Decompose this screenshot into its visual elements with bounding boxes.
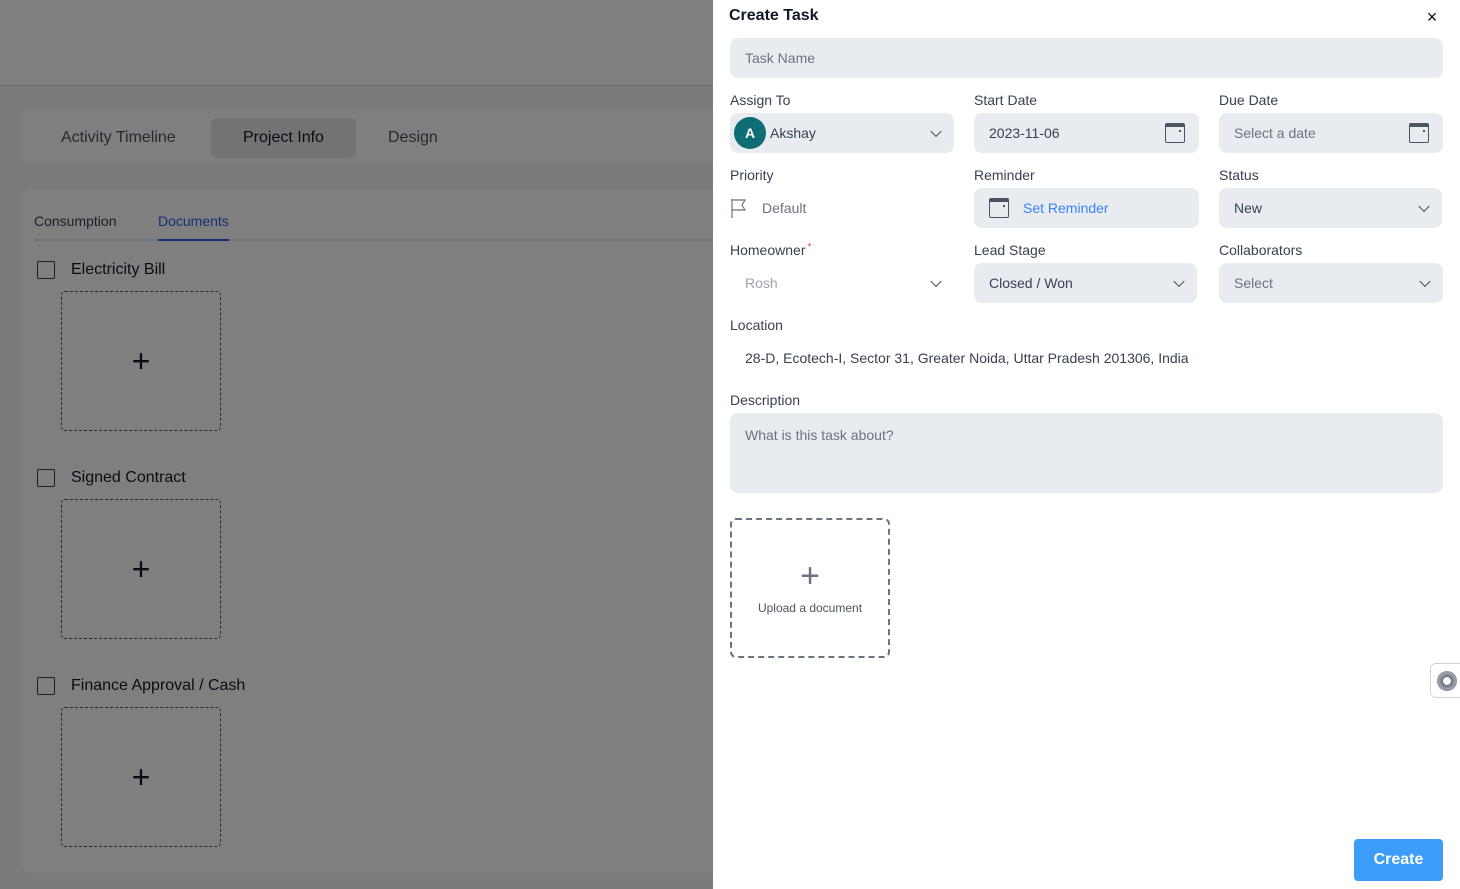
plus-icon: + (800, 557, 820, 595)
homeowner-select[interactable]: Rosh (730, 263, 954, 303)
due-date-input[interactable]: Select a date (1219, 113, 1443, 153)
description-label: Description (730, 392, 801, 408)
chevron-down-icon (1418, 200, 1430, 213)
create-button[interactable]: Create (1354, 839, 1443, 881)
homeowner-label: Homeowner * (730, 242, 811, 258)
calendar-icon (989, 198, 1009, 218)
calendar-icon[interactable] (1409, 123, 1429, 143)
help-widget-button[interactable] (1430, 663, 1460, 698)
chevron-down-icon (930, 275, 942, 288)
due-date-label: Due Date (1219, 92, 1279, 108)
reminder-label: Reminder (974, 167, 1035, 183)
close-icon[interactable]: × (1424, 8, 1440, 26)
task-name-placeholder: Task Name (745, 50, 816, 66)
priority-value: Default (762, 200, 807, 216)
status-label: Status (1219, 167, 1259, 183)
start-date-value: 2023-11-06 (989, 125, 1060, 141)
flag-icon (731, 199, 747, 218)
status-select[interactable]: New (1219, 188, 1442, 228)
reminder-value: Set Reminder (1023, 200, 1109, 216)
priority-select[interactable]: Default (730, 188, 954, 228)
status-value: New (1234, 200, 1263, 216)
collaborators-label: Collaborators (1219, 242, 1303, 258)
homeowner-value: Rosh (745, 275, 778, 291)
create-task-drawer: Create Task × Task Name Assign To A Aksh… (713, 0, 1460, 889)
upload-document-button[interactable]: + Upload a document (730, 518, 890, 658)
chevron-down-icon (1419, 275, 1431, 288)
upload-label: Upload a document (757, 601, 863, 615)
start-date-input[interactable]: 2023-11-06 (974, 113, 1199, 153)
assign-to-select[interactable]: A Akshay (730, 113, 954, 153)
drawer-title: Create Task (729, 7, 819, 24)
avatar: A (734, 117, 766, 149)
assign-to-label: Assign To (730, 92, 791, 108)
collaborators-select[interactable]: Select (1219, 263, 1443, 303)
location-value[interactable]: 28-D, Ecotech-I, Sector 31, Greater Noid… (745, 350, 1189, 366)
assignee-name: Akshay (770, 125, 816, 141)
required-mark: * (807, 242, 812, 253)
chevron-down-icon (930, 125, 942, 138)
chevron-down-icon (1173, 275, 1185, 288)
homeowner-label-text: Homeowner (730, 242, 806, 258)
set-reminder-button[interactable]: Set Reminder (974, 188, 1199, 228)
lead-stage-label: Lead Stage (974, 242, 1046, 258)
widget-logo-icon (1436, 670, 1457, 691)
calendar-icon[interactable] (1165, 123, 1185, 143)
due-date-placeholder: Select a date (1234, 125, 1316, 141)
lead-stage-select[interactable]: Closed / Won (974, 263, 1197, 303)
location-label: Location (730, 317, 783, 333)
priority-label: Priority (730, 167, 774, 183)
lead-stage-value: Closed / Won (989, 275, 1073, 291)
collaborators-placeholder: Select (1234, 275, 1273, 291)
task-name-input[interactable]: Task Name (730, 38, 1443, 78)
description-placeholder: What is this task about? (745, 427, 894, 443)
start-date-label: Start Date (974, 92, 1038, 108)
description-textarea[interactable]: What is this task about? (730, 413, 1443, 493)
